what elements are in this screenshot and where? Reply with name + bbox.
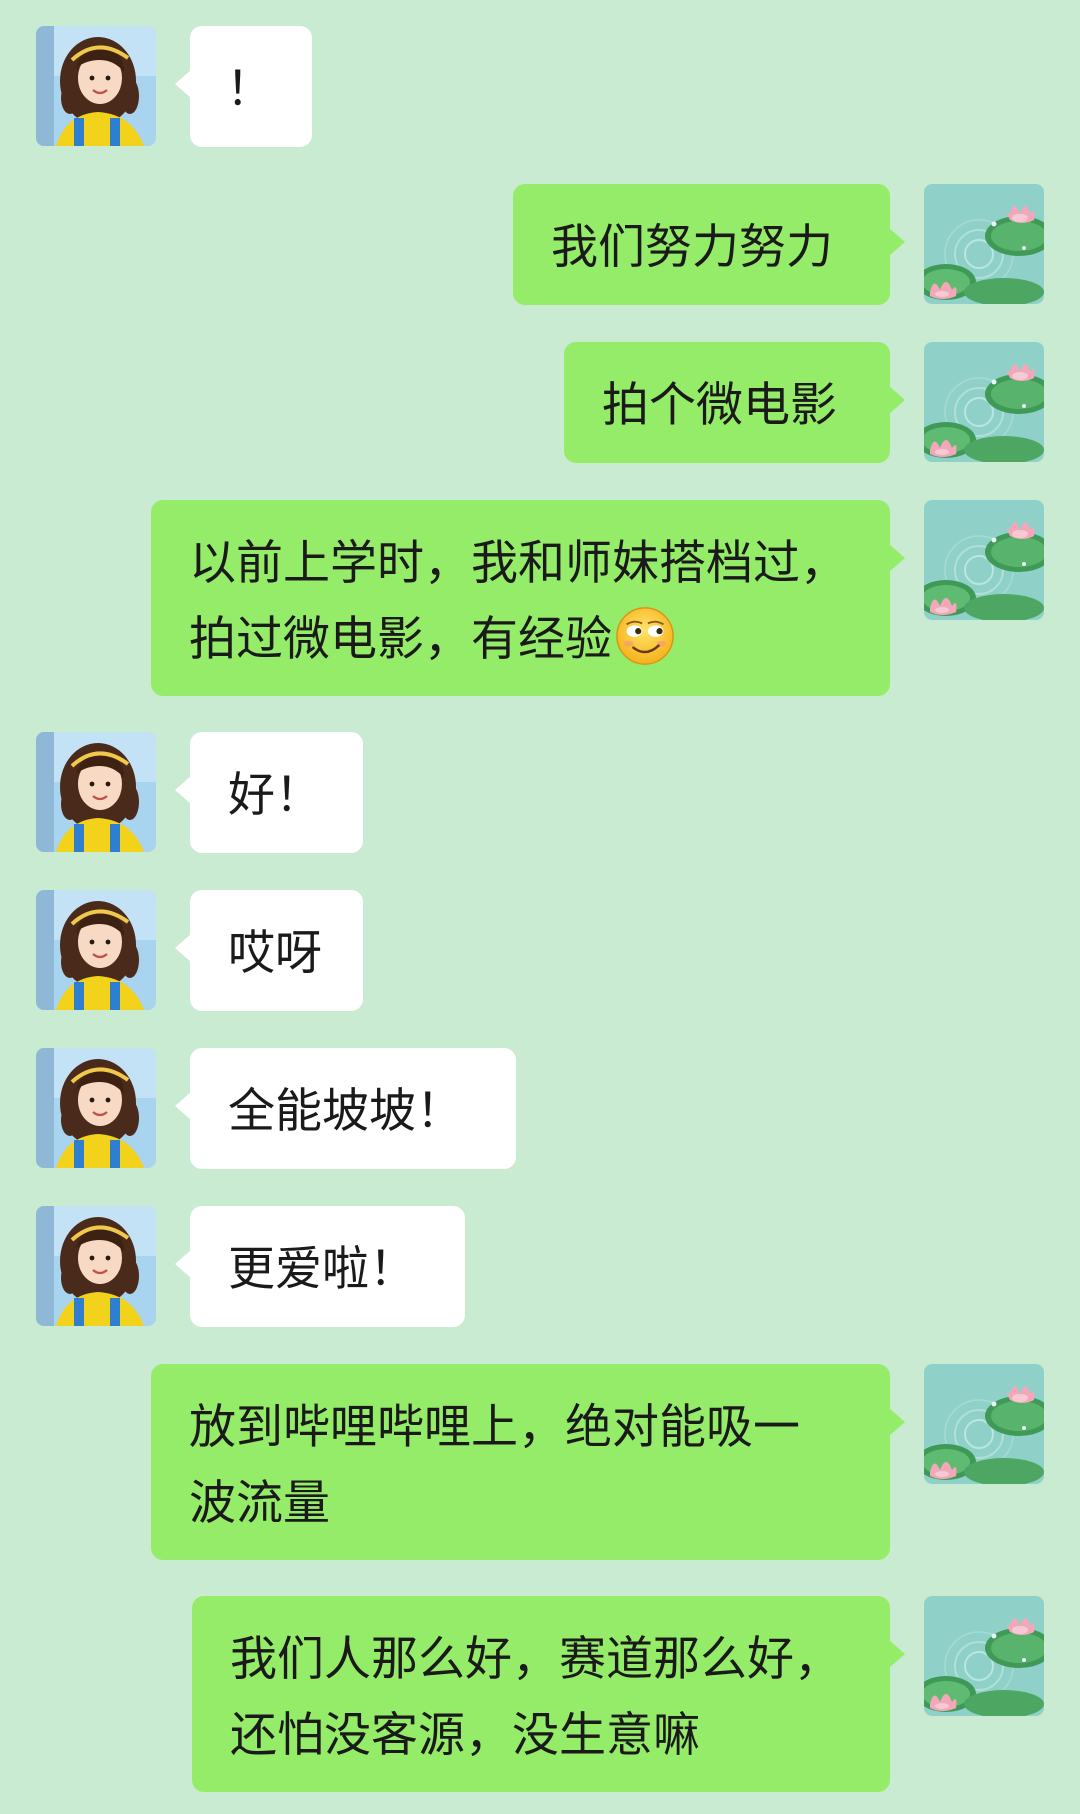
message-text: 更爱啦！: [228, 1242, 416, 1297]
contact-avatar[interactable]: [36, 890, 156, 1010]
message-text: 全能坡坡！: [228, 1084, 463, 1139]
user-avatar[interactable]: [924, 500, 1044, 620]
contact-avatar[interactable]: [36, 732, 156, 852]
message-text: 波流量: [189, 1476, 330, 1531]
message-bubble[interactable]: 好！: [175, 732, 363, 853]
message-text: 好！: [228, 768, 322, 823]
message-text: 拍过微电影，有经验: [189, 612, 612, 667]
message-text: 放到哔哩哔哩上，绝对能吸一: [189, 1400, 800, 1455]
message-text: 哎呀: [228, 926, 322, 981]
message-text: 还怕没客源，没生意嘛: [230, 1708, 700, 1763]
user-avatar[interactable]: [924, 184, 1044, 304]
contact-avatar[interactable]: [36, 26, 156, 146]
message-text: ！: [226, 62, 273, 117]
message-bubble[interactable]: 更爱啦！: [175, 1206, 465, 1327]
message-text: 我们努力努力: [551, 220, 833, 275]
message-bubble[interactable]: 我们人那么好，赛道那么好， 还怕没客源，没生意嘛: [192, 1596, 905, 1792]
smirk-face-emoji-icon: [616, 607, 674, 665]
message-bubble[interactable]: 哎呀: [175, 890, 363, 1011]
contact-avatar[interactable]: [36, 1206, 156, 1326]
message-text-line: 拍过微电影，有经验: [189, 602, 852, 678]
message-text: 以前上学时，我和师妹搭档过，: [189, 536, 847, 591]
message-bubble[interactable]: 全能坡坡！: [175, 1048, 516, 1169]
user-avatar[interactable]: [924, 1596, 1044, 1716]
contact-avatar[interactable]: [36, 1048, 156, 1168]
message-bubble[interactable]: 放到哔哩哔哩上，绝对能吸一 波流量: [151, 1364, 905, 1560]
user-avatar[interactable]: [924, 342, 1044, 462]
message-bubble[interactable]: 以前上学时，我和师妹搭档过， 拍过微电影，有经验: [151, 500, 905, 696]
message-bubble[interactable]: ！: [175, 26, 312, 147]
message-bubble[interactable]: 我们努力努力: [513, 184, 905, 305]
message-bubble[interactable]: 拍个微电影: [564, 342, 905, 463]
user-avatar[interactable]: [924, 1364, 1044, 1484]
message-text: 我们人那么好，赛道那么好，: [230, 1632, 841, 1687]
message-text: 拍个微电影: [602, 378, 837, 433]
